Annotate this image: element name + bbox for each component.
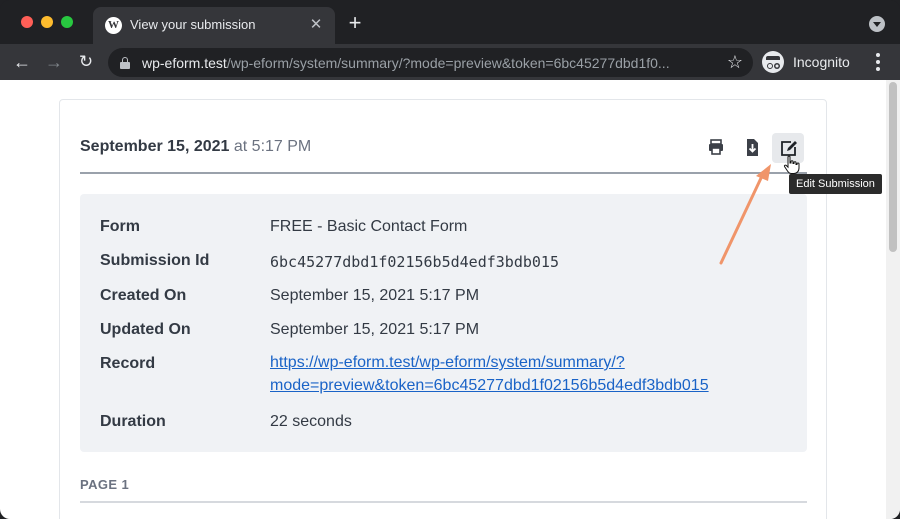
created-on-value: September 15, 2021 5:17 PM: [270, 287, 480, 304]
reload-button[interactable]: ↻: [74, 50, 98, 74]
hand-cursor-icon: [783, 155, 800, 174]
forward-button[interactable]: →: [42, 50, 66, 74]
duration-label: Duration: [100, 413, 166, 430]
header-divider: [80, 172, 807, 174]
tab-close-icon[interactable]: ✕: [307, 16, 325, 34]
submission-id-value: 6bc45277dbd1f02156b5d4edf3bdb015: [270, 253, 559, 271]
tab-title: View your submission: [130, 17, 256, 32]
page-scrollbar[interactable]: [886, 80, 900, 519]
print-icon: [709, 139, 723, 155]
created-on-label: Created On: [100, 287, 187, 304]
new-tab-button[interactable]: +: [344, 12, 366, 34]
form-label: Form: [100, 218, 140, 235]
minimize-window-button[interactable]: [41, 16, 53, 28]
bookmark-star-icon[interactable]: ☆: [727, 51, 743, 73]
submission-details-panel: Form FREE - Basic Contact Form Submissio…: [80, 194, 807, 452]
lock-icon[interactable]: [120, 57, 130, 69]
tab-strip: W View your submission ✕ +: [0, 0, 900, 44]
maximize-window-button[interactable]: [61, 16, 73, 28]
address-bar[interactable]: wp-eform.test/wp-eform/system/summary/?m…: [108, 48, 753, 77]
record-label: Record: [100, 355, 156, 372]
submission-datetime: September 15, 2021 at 5:17 PM: [80, 138, 311, 156]
incognito-icon: [762, 51, 784, 73]
url-path: /wp-eform/system/summary/?mode=preview&t…: [226, 55, 670, 71]
tab-search-icon[interactable]: [869, 16, 885, 32]
page-section-heading: PAGE 1: [80, 477, 130, 492]
submission-date: September 15, 2021: [80, 138, 230, 155]
browser-toolbar: ← → ↻ wp-eform.test/wp-eform/system/summ…: [0, 44, 900, 80]
browser-window: W View your submission ✕ + ← → ↻ wp-efor…: [0, 0, 900, 519]
submission-time: at 5:17 PM: [233, 138, 312, 155]
updated-on-value: September 15, 2021 5:17 PM: [270, 321, 480, 338]
back-button[interactable]: ←: [10, 50, 34, 74]
browser-tab[interactable]: W View your submission ✕: [93, 7, 335, 44]
record-link-line-2: mode=preview&token=6bc45277dbd1f02156b5d…: [270, 377, 709, 394]
download-button[interactable]: [736, 133, 768, 163]
incognito-label: Incognito: [793, 54, 850, 70]
url-text[interactable]: wp-eform.test/wp-eform/system/summary/?m…: [142, 55, 712, 71]
print-button[interactable]: [700, 133, 732, 163]
page-section-divider: [80, 501, 807, 503]
submission-card: September 15, 2021 at 5:17 PM Edit Submi…: [59, 99, 882, 519]
browser-menu-icon[interactable]: [868, 51, 888, 73]
edit-submission-tooltip: Edit Submission: [789, 174, 882, 194]
submission-id-label: Submission Id: [100, 252, 210, 269]
record-link-line-1: https://wp-eform.test/wp-eform/system/su…: [270, 354, 625, 371]
record-link[interactable]: https://wp-eform.test/wp-eform/system/su…: [270, 351, 709, 397]
page-viewport: September 15, 2021 at 5:17 PM Edit Submi…: [0, 80, 900, 519]
scrollbar-thumb[interactable]: [889, 82, 897, 252]
updated-on-label: Updated On: [100, 321, 191, 338]
download-file-icon: [747, 139, 758, 156]
duration-value: 22 seconds: [270, 413, 352, 430]
url-host: wp-eform.test: [142, 55, 227, 71]
close-window-button[interactable]: [21, 16, 33, 28]
form-value: FREE - Basic Contact Form: [270, 218, 468, 235]
wordpress-icon: W: [105, 17, 122, 34]
